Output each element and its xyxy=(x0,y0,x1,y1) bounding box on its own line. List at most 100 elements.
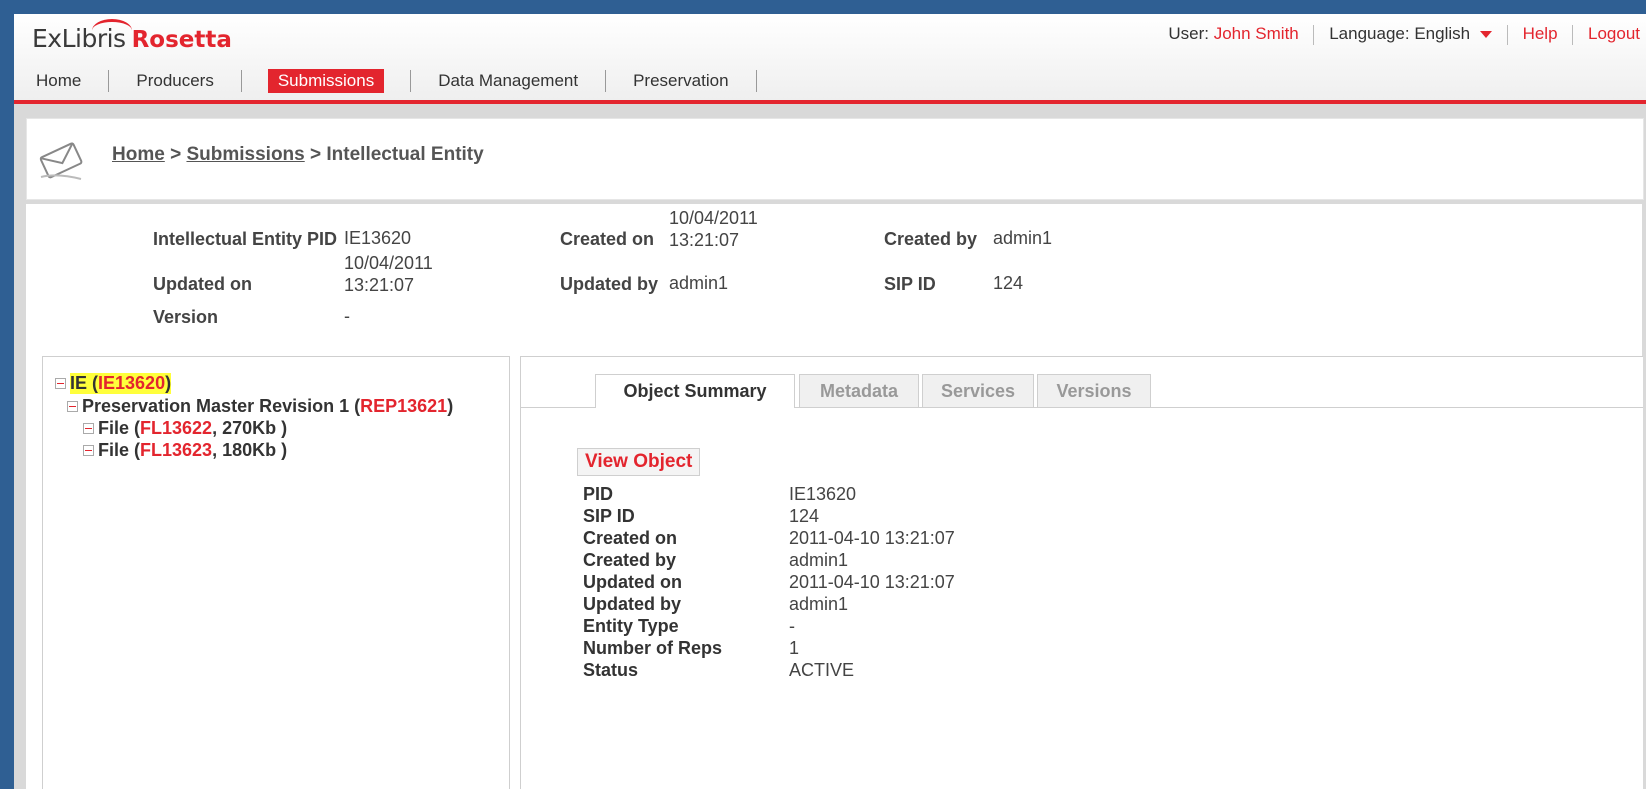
summary-key: Number of Reps xyxy=(583,638,723,658)
user-label: User: xyxy=(1168,24,1209,43)
tree-node-file[interactable]: File (FL13622, 270Kb ) xyxy=(83,418,287,439)
main-nav: Home Producers Submissions Data Manageme… xyxy=(14,68,771,94)
main-content: Intellectual Entity PID IE13620 Created … xyxy=(26,204,1643,789)
summary-value: - xyxy=(789,616,795,636)
summary-key: Created on xyxy=(583,528,678,548)
updated-on-date: 10/04/2011 xyxy=(344,253,433,273)
object-detail-panel: Object Summary Metadata Services Version… xyxy=(520,356,1643,789)
tab-bar: Object Summary Metadata Services Version… xyxy=(521,357,1643,408)
ie-pid-link[interactable]: IE13620 xyxy=(98,373,165,393)
breadcrumb-submissions-link[interactable]: Submissions xyxy=(186,144,304,165)
tree-node-text: , 270Kb ) xyxy=(212,418,288,438)
collapse-icon[interactable] xyxy=(83,445,94,456)
nav-preservation[interactable]: Preservation xyxy=(620,69,741,93)
exlibris-rosetta-logo: ExLibris Rosetta xyxy=(32,19,232,54)
summary-value: ACTIVE xyxy=(789,660,855,680)
nav-divider xyxy=(108,70,110,92)
tree-node-text: ) xyxy=(447,396,454,416)
summary-key: Created by xyxy=(583,550,677,570)
tree-node-text: Preservation Master Revision 1 ( xyxy=(82,396,361,416)
version-label: Version xyxy=(153,307,219,327)
nav-divider xyxy=(240,70,242,92)
ie-pid-value: IE13620 xyxy=(344,228,412,248)
nav-divider xyxy=(755,70,757,92)
tree-node-text: File ( xyxy=(98,418,141,438)
logo-arc-icon xyxy=(92,19,132,42)
tree-node-ie[interactable]: IE (IE13620) xyxy=(55,373,172,394)
userbar-divider xyxy=(1506,24,1508,45)
summary-value: IE13620 xyxy=(789,484,857,504)
updated-by-label: Updated by xyxy=(560,274,659,294)
nav-data-management[interactable]: Data Management xyxy=(425,69,591,93)
updated-by-value: admin1 xyxy=(669,273,729,293)
ie-properties: Intellectual Entity PID IE13620 Created … xyxy=(26,204,1642,344)
nav-submissions[interactable]: Submissions xyxy=(267,69,385,93)
view-object-button[interactable]: View Object xyxy=(577,448,701,476)
breadcrumb-current: Intellectual Entity xyxy=(326,144,484,165)
summary-key: Status xyxy=(583,660,639,680)
breadcrumb-home-link[interactable]: Home xyxy=(112,144,165,165)
tree-node-file[interactable]: File (FL13623, 180Kb ) xyxy=(83,440,287,461)
tree-node-text: File ( xyxy=(98,440,141,460)
tree-node-text: , 180Kb ) xyxy=(212,440,288,460)
breadcrumb: Home > Submissions > Intellectual Entity xyxy=(112,144,484,166)
summary-key: Updated on xyxy=(583,572,682,592)
created-by-value: admin1 xyxy=(993,228,1053,248)
nav-divider xyxy=(410,70,412,92)
created-on-time: 13:21:07 xyxy=(669,230,740,250)
user-name-link[interactable]: John Smith xyxy=(1214,24,1299,43)
created-by-label: Created by xyxy=(884,229,978,249)
language-selector[interactable]: Language: English xyxy=(1329,24,1497,43)
summary-value: 124 xyxy=(789,506,820,526)
file-pid-link[interactable]: FL13622 xyxy=(140,418,212,439)
nav-producers[interactable]: Producers xyxy=(123,69,226,93)
created-on-date: 10/04/2011 xyxy=(669,208,758,228)
ie-structure-tree: IE (IE13620) Preservation Master Revisio… xyxy=(42,356,510,789)
version-value: - xyxy=(344,306,350,326)
file-pid-link[interactable]: FL13623 xyxy=(140,440,212,461)
collapse-icon[interactable] xyxy=(83,423,94,434)
logo-product-text: Rosetta xyxy=(131,27,232,53)
tab-object-summary[interactable]: Object Summary xyxy=(595,374,795,408)
userbar-divider xyxy=(1313,24,1315,45)
collapse-icon[interactable] xyxy=(55,378,66,389)
tree-node-ie-label[interactable]: IE (IE13620) xyxy=(70,373,172,394)
language-value: English xyxy=(1414,24,1471,43)
user-bar: User: John Smith Language: English Help … xyxy=(1168,24,1640,45)
breadcrumb-separator: > xyxy=(310,144,322,165)
envelope-icon xyxy=(39,142,83,180)
summary-value: admin1 xyxy=(789,594,849,614)
tree-node-text: IE ( xyxy=(70,373,99,393)
summary-key: SIP ID xyxy=(583,506,635,526)
logout-link[interactable]: Logout xyxy=(1588,24,1640,43)
rosetta-window: ExLibris Rosetta User: John Smith Languag… xyxy=(14,14,1646,789)
breadcrumb-separator: > xyxy=(170,144,182,165)
summary-key: Updated by xyxy=(583,594,682,614)
sip-id-label: SIP ID xyxy=(884,274,936,294)
updated-on-time: 13:21:07 xyxy=(344,275,415,295)
summary-value: admin1 xyxy=(789,550,849,570)
sip-id-value: 124 xyxy=(993,273,1024,293)
nav-home[interactable]: Home xyxy=(14,69,94,93)
summary-value: 1 xyxy=(789,638,800,658)
help-link[interactable]: Help xyxy=(1523,24,1558,43)
tree-node-representation[interactable]: Preservation Master Revision 1 (REP13621… xyxy=(67,396,453,417)
updated-on-label: Updated on xyxy=(153,274,252,294)
collapse-icon[interactable] xyxy=(67,401,78,412)
summary-key: PID xyxy=(583,484,614,504)
nav-divider xyxy=(605,70,607,92)
chevron-down-icon[interactable] xyxy=(1480,31,1493,39)
summary-key: Entity Type xyxy=(583,616,679,636)
summary-value: 2011-04-10 13:21:07 xyxy=(789,528,955,548)
app-header: ExLibris Rosetta User: John Smith Languag… xyxy=(14,14,1646,104)
tab-versions[interactable]: Versions xyxy=(1037,374,1151,407)
breadcrumb-panel: Home > Submissions > Intellectual Entity xyxy=(26,118,1644,200)
created-on-label: Created on xyxy=(560,229,655,249)
tab-metadata[interactable]: Metadata xyxy=(799,374,919,407)
userbar-divider xyxy=(1572,24,1574,45)
tab-services[interactable]: Services xyxy=(922,374,1034,407)
summary-value: 2011-04-10 13:21:07 xyxy=(789,572,955,592)
language-label: Language: xyxy=(1329,24,1410,43)
ie-pid-label: Intellectual Entity PID xyxy=(153,229,338,249)
rep-pid-link[interactable]: REP13621 xyxy=(360,396,447,417)
